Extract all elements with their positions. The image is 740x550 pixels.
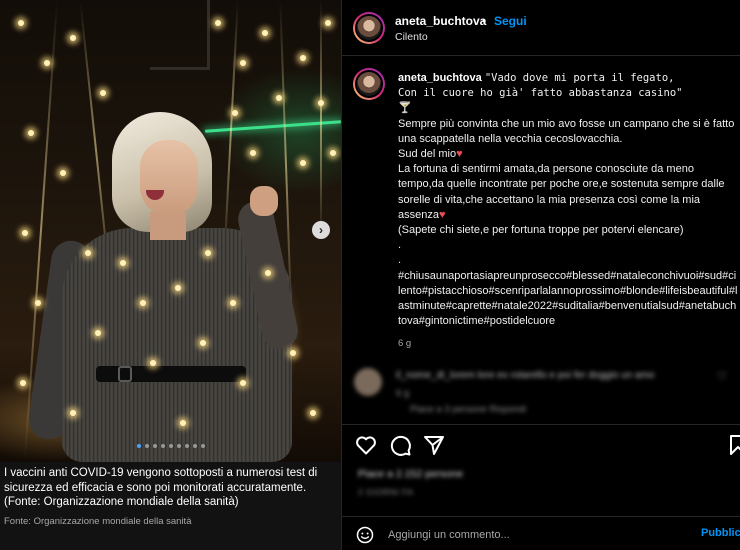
- fairy-light-bulb: [325, 20, 331, 26]
- fairy-light-bulb: [200, 340, 206, 346]
- fairy-light-bulb: [70, 35, 76, 41]
- caption-quote-line2: Con il cuore ho già' fatto abbastanza ca…: [398, 87, 683, 100]
- cocktail-glass-icon: 🍸: [398, 102, 412, 115]
- post-photo[interactable]: ›: [0, 0, 341, 462]
- fairy-light-bulb: [240, 380, 246, 386]
- caption-dot: .: [398, 239, 402, 252]
- carousel-dot: [184, 444, 189, 448]
- carousel-dot: [168, 444, 173, 448]
- post-media-panel: › I vaccini anti COVID-19 vengono sottop…: [0, 0, 341, 550]
- publish-button[interactable]: Pubblica: [701, 527, 740, 539]
- carousel-dots: [0, 444, 341, 448]
- person: [0, 0, 341, 462]
- comment-composer: Pubblica: [342, 516, 740, 550]
- fairy-light-bulb: [265, 270, 271, 276]
- caption-paragraph: Sempre più convinta che un mio avo fosse…: [398, 117, 735, 145]
- post-details: aneta_buchtova • Segui Cilento aneta_buc…: [341, 0, 740, 550]
- author-avatar[interactable]: [353, 12, 385, 44]
- fairy-light-bulb: [28, 130, 34, 136]
- fairy-light-bulb: [18, 20, 24, 26]
- avatar-image: [355, 70, 383, 98]
- fairy-light-bulb: [262, 30, 268, 36]
- fairy-light-bulb: [250, 150, 256, 156]
- fairy-light-bulb: [120, 260, 126, 266]
- fairy-light-bulb: [22, 230, 28, 236]
- fairy-light-bulb: [100, 90, 106, 96]
- caption-paragraph: Sud del mio: [398, 148, 457, 161]
- fairy-light-bulb: [232, 110, 238, 116]
- fairy-light-bulb: [310, 410, 316, 416]
- fairy-light-bulb: [180, 420, 186, 426]
- fairy-light-bulb: [300, 160, 306, 166]
- comment-item: il_nome_di_lorem lore ex rotarello e poi…: [354, 366, 739, 418]
- caption-paragraph: La fortuna di sentirmi amata,da persone …: [398, 163, 725, 221]
- avatar-image: [355, 14, 383, 42]
- caption-hashtags[interactable]: #chiusaunaportasiapreunprosecco#blessed#…: [398, 269, 738, 330]
- fairy-light-bulb: [150, 360, 156, 366]
- person-neck: [150, 212, 186, 240]
- carousel-dot: [136, 444, 141, 448]
- person-hand: [250, 186, 278, 216]
- carousel-dot: [144, 444, 149, 448]
- header-separator: •: [482, 14, 487, 28]
- fairy-light-bulb: [85, 250, 91, 256]
- action-bar: [342, 424, 740, 464]
- fairy-light-bulb: [20, 380, 26, 386]
- person-face: [140, 140, 198, 216]
- fairy-light-bulb: [300, 55, 306, 61]
- comment-text: il_nome_di_lorem lore ex rotarello e poi…: [396, 370, 655, 381]
- caption-author-avatar[interactable]: [353, 68, 385, 100]
- post-location[interactable]: Cilento: [395, 31, 428, 43]
- comment-meta[interactable]: Piace a 3 persone Rispondi: [410, 404, 526, 415]
- carousel-dot: [176, 444, 181, 448]
- fairy-light-bulb: [35, 300, 41, 306]
- caption-paragraph: (Sapete chi siete,e per fortuna troppe p…: [398, 224, 684, 237]
- caption-dot: .: [398, 254, 402, 267]
- fairy-light-bulb: [205, 250, 211, 256]
- emoji-icon[interactable]: [356, 526, 374, 544]
- fairy-light-bulb: [318, 100, 324, 106]
- fairy-light-bulb: [95, 330, 101, 336]
- covid-info-banner[interactable]: I vaccini anti COVID-19 vengono sottopos…: [0, 462, 341, 550]
- comment-like-icon[interactable]: ♡: [717, 370, 727, 383]
- bookmark-icon[interactable]: [726, 433, 740, 457]
- caption-quote-line1: "Vado dove mi porta il fegato,: [484, 72, 675, 84]
- belt-buckle: [118, 366, 132, 382]
- fairy-light-bulb: [230, 300, 236, 306]
- commenter-avatar[interactable]: [354, 368, 382, 396]
- red-heart-icon: ♥: [438, 208, 446, 221]
- caption-username[interactable]: aneta_buchtova: [398, 72, 482, 84]
- caption-timestamp[interactable]: 6 g: [398, 336, 738, 351]
- heart-icon[interactable]: [354, 433, 378, 457]
- caption-area: aneta_buchtova "Vado dove mi porta il fe…: [342, 57, 740, 357]
- carousel-dot: [192, 444, 197, 448]
- likes-count[interactable]: Piace a 2.152 persone: [358, 468, 463, 480]
- post-date[interactable]: 2 GIORNI FA: [358, 487, 414, 497]
- fairy-light-bulb: [60, 170, 66, 176]
- comment-icon[interactable]: [388, 433, 412, 457]
- covid-info-text: I vaccini anti COVID-19 vengono sottopos…: [4, 467, 318, 508]
- fairy-light-bulb: [290, 350, 296, 356]
- fairy-light-bulb: [175, 285, 181, 291]
- carousel-next-icon[interactable]: ›: [312, 221, 330, 239]
- carousel-dot: [160, 444, 165, 448]
- carousel-dot: [152, 444, 157, 448]
- fairy-light-bulb: [240, 60, 246, 66]
- fairy-light-bulb: [215, 20, 221, 26]
- carousel-dot: [200, 444, 205, 448]
- fairy-light-bulb: [44, 60, 50, 66]
- share-icon[interactable]: [422, 433, 446, 457]
- fairy-light-bulb: [276, 95, 282, 101]
- red-heart-icon: ♥: [456, 148, 463, 161]
- fairy-light-bulb: [140, 300, 146, 306]
- fairy-light-bulb: [330, 150, 336, 156]
- follow-button[interactable]: Segui: [494, 14, 527, 28]
- author-username[interactable]: aneta_buchtova: [395, 14, 486, 28]
- post-caption: aneta_buchtova "Vado dove mi porta il fe…: [398, 71, 738, 352]
- fairy-light-bulb: [70, 410, 76, 416]
- covid-info-source: Fonte: Organizzazione mondiale della san…: [4, 515, 192, 527]
- post-header: aneta_buchtova • Segui Cilento: [342, 0, 740, 56]
- comment-input[interactable]: [388, 524, 688, 546]
- comment-time: 6 g: [396, 388, 410, 399]
